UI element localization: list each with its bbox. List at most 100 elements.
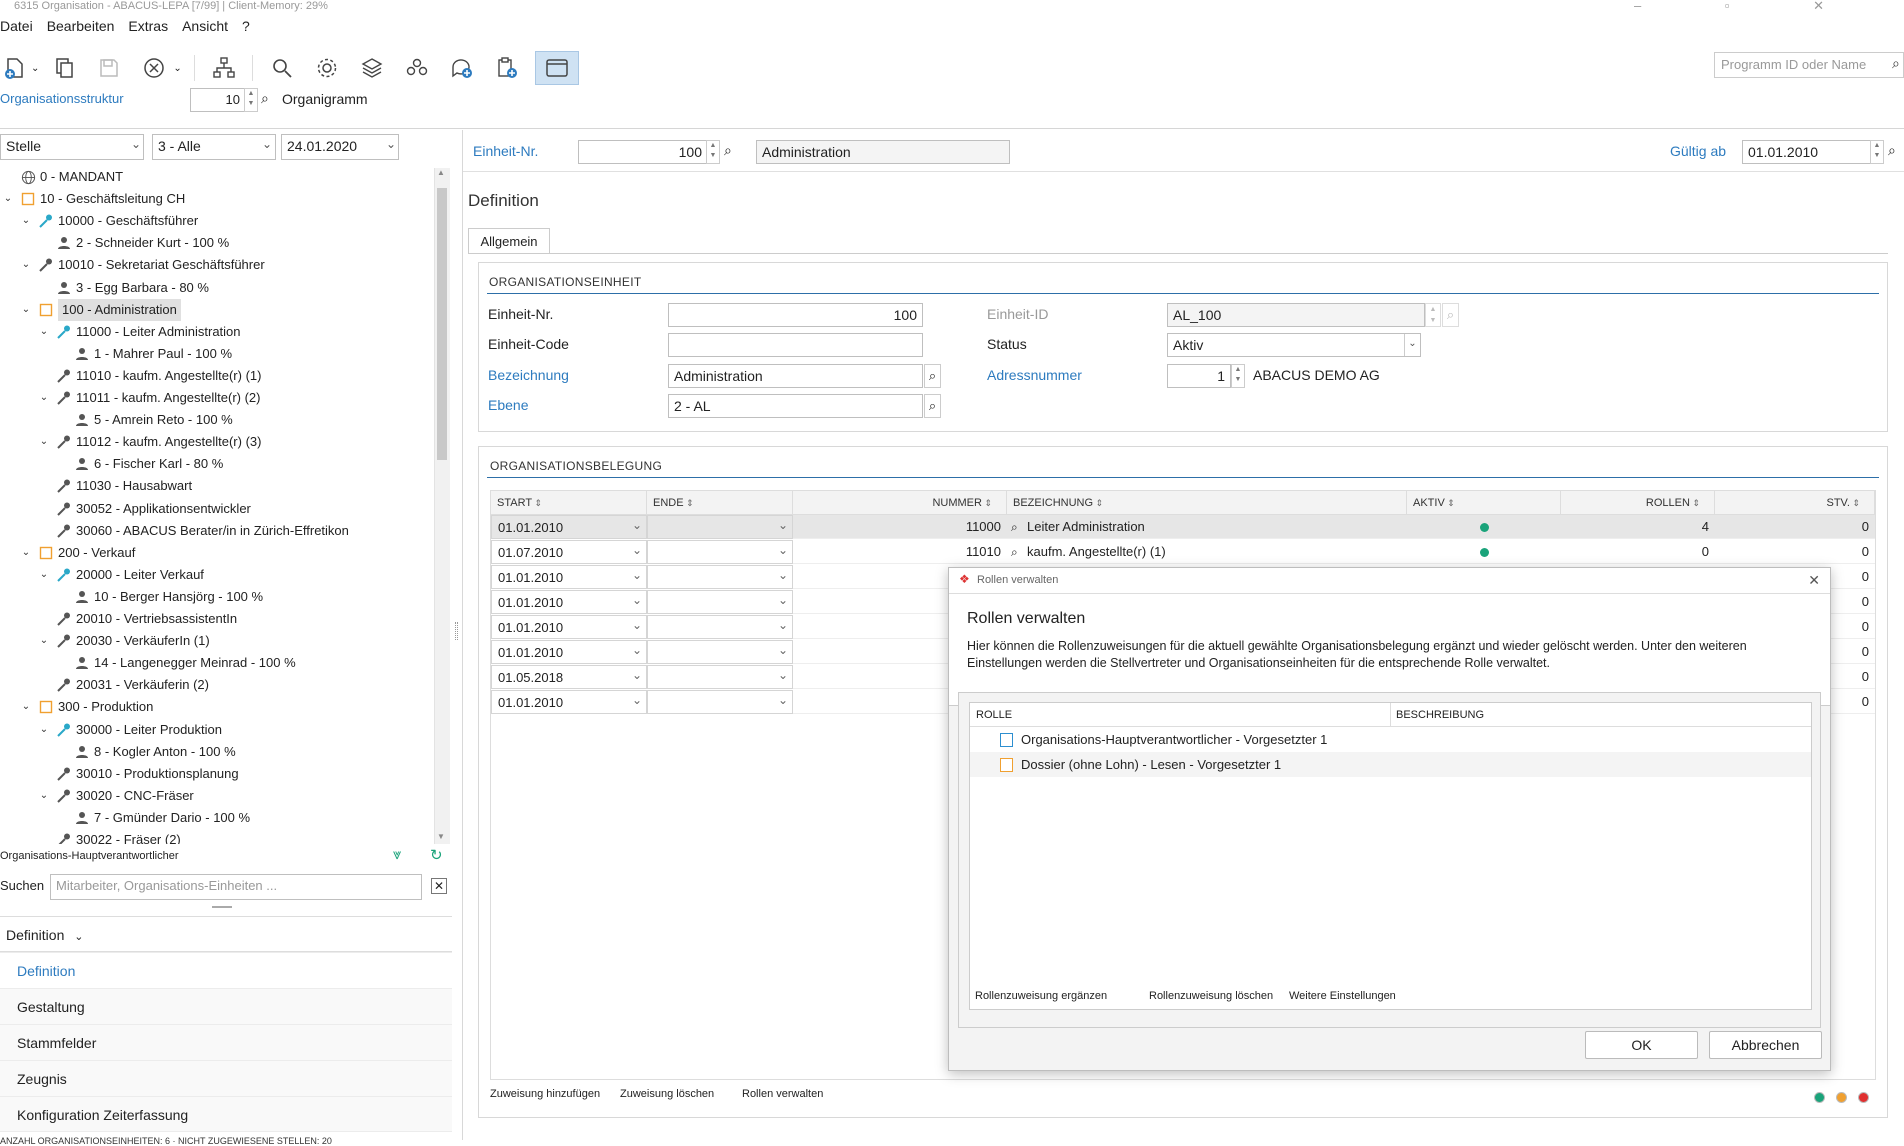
grid-cell-start[interactable]: 01.07.2010	[491, 540, 647, 564]
filter-date-field[interactable]: 24.01.2020	[281, 134, 399, 160]
search-icon[interactable]: ⌕	[1011, 540, 1018, 563]
grid-header-cell[interactable]: ROLLEN ⇕	[1561, 491, 1715, 515]
assignment-action-1[interactable]: Zuweisung löschen	[620, 1088, 714, 1100]
role-action-1[interactable]: Rollenzuweisung löschen	[1149, 990, 1273, 1002]
menu-help[interactable]: ?	[242, 16, 250, 38]
search-icon[interactable]	[265, 51, 299, 85]
grid-cell-end[interactable]	[647, 515, 793, 539]
tree-node[interactable]: ⌄ 30020 - CNC-Fräser	[36, 785, 194, 807]
tree-node[interactable]: 1 - Mahrer Paul - 100 %	[54, 343, 232, 365]
number-spinner[interactable]: ▲ ▼	[244, 88, 258, 112]
chevron-down-icon[interactable]: ⌄	[131, 137, 141, 151]
level-field[interactable]: 2 - AL	[668, 394, 923, 418]
valid-from-field[interactable]: 01.01.2010	[1742, 140, 1872, 164]
tree-node[interactable]: ⌄ 11012 - kaufm. Angestellte(r) (3)	[36, 431, 262, 453]
unit-nr-field[interactable]: 100	[578, 140, 708, 164]
nav-item-stammfelder[interactable]: Stammfelder	[0, 1024, 452, 1060]
people-icon[interactable]	[400, 51, 434, 85]
tree-node[interactable]: 30052 - Applikationsentwickler	[36, 498, 251, 520]
tree-node[interactable]: ⌄ 10000 - Geschäftsführer	[18, 210, 198, 232]
sort-icon[interactable]: ⇕	[1445, 498, 1455, 508]
splitter-grip[interactable]	[455, 622, 458, 640]
tree-node[interactable]: 11030 - Hausabwart	[36, 475, 192, 497]
sort-icon[interactable]: ⇕	[1690, 498, 1700, 508]
nr-field[interactable]: 100	[668, 303, 923, 327]
chevron-down-icon[interactable]: ⌄	[36, 431, 52, 453]
chevron-down-icon[interactable]: ⌄	[36, 630, 52, 652]
cancel-button[interactable]: Abbrechen	[1709, 1031, 1822, 1059]
chevron-down-icon[interactable]: ⌄	[36, 785, 52, 807]
grid-cell-end[interactable]	[647, 590, 793, 614]
save-icon[interactable]	[92, 51, 126, 85]
search-icon[interactable]: ⌕	[261, 90, 269, 107]
nav-header[interactable]: Definition ⌄	[0, 916, 452, 952]
tree-node[interactable]: 5 - Amrein Reto - 100 %	[54, 409, 233, 431]
grid-header-cell[interactable]: NUMMER ⇕	[793, 491, 1007, 515]
chevron-down-icon[interactable]: ⌄	[18, 210, 34, 232]
close-icon[interactable]: ✕	[1808, 572, 1820, 589]
search-icon[interactable]: ⌕	[924, 394, 941, 418]
level-label[interactable]: Ebene	[488, 397, 528, 413]
window-controls[interactable]: – ▫ ✕	[1634, 0, 1864, 14]
grid-cell-end[interactable]	[647, 640, 793, 664]
tree-node[interactable]: 20010 - VertriebsassistentIn	[36, 608, 237, 630]
tree-node[interactable]: ⌄ 11011 - kaufm. Angestellte(r) (2)	[36, 387, 261, 409]
gear-icon[interactable]	[310, 51, 344, 85]
filter-level-select[interactable]: 3 - Alle	[152, 134, 276, 160]
sort-icon[interactable]: ⇕	[1850, 498, 1860, 508]
hierarchy-icon[interactable]	[207, 51, 241, 85]
nav-item-zeiterfassung[interactable]: Konfiguration Zeiterfassung	[0, 1096, 452, 1132]
tree-node[interactable]: 3 - Egg Barbara - 80 %	[36, 277, 209, 299]
date-spinner[interactable]: ▲ ▼	[1870, 140, 1884, 164]
clear-search-icon[interactable]: ✕	[431, 878, 447, 894]
sort-icon[interactable]: ⇕	[684, 498, 694, 508]
tree-node[interactable]: 30022 - Fräser (2)	[36, 829, 181, 844]
tree-node[interactable]: 10 - Berger Hansjörg - 100 %	[54, 586, 263, 608]
new-icon[interactable]	[0, 51, 30, 85]
filter-icon[interactable]: ⩔	[393, 846, 401, 863]
nav-item-definition[interactable]: Definition	[0, 952, 452, 988]
name-label[interactable]: Bezeichnung	[488, 367, 569, 383]
chat-add-icon[interactable]	[445, 51, 479, 85]
code-field[interactable]	[668, 333, 923, 357]
tree-node[interactable]: 30060 - ABACUS Berater/in in Zürich-Effr…	[36, 520, 349, 542]
tree-node[interactable]: ⌄ 30000 - Leiter Produktion	[36, 719, 222, 741]
tree-node[interactable]: 0 - MANDANT	[0, 166, 123, 188]
tree-node[interactable]: 2 - Schneider Kurt - 100 %	[36, 232, 229, 254]
grid-header-cell[interactable]: START ⇕	[491, 491, 647, 515]
chevron-down-icon[interactable]: ⌄	[262, 137, 272, 151]
tree-node[interactable]: ⌄ 300 - Produktion	[18, 696, 154, 718]
grid-cell-start[interactable]: 01.01.2010	[491, 615, 647, 639]
tree-node[interactable]: 30010 - Produktionsplanung	[36, 763, 239, 785]
chevron-down-icon[interactable]: ⌄	[18, 299, 34, 321]
window-icon[interactable]	[534, 51, 579, 85]
tree-scrollbar-thumb[interactable]	[437, 188, 447, 460]
nav-item-zeugnis[interactable]: Zeugnis	[0, 1060, 452, 1096]
menu-bearbeiten[interactable]: Bearbeiten	[47, 16, 115, 38]
scroll-down-icon[interactable]: ▼	[437, 832, 445, 841]
chevron-down-icon[interactable]: ⌄	[36, 321, 52, 343]
grid-cell-end[interactable]	[647, 690, 793, 714]
tree-node[interactable]: ⌄ 100 - Administration	[18, 298, 181, 321]
tree-node[interactable]: ⌄ 10010 - Sekretariat Geschäftsführer	[18, 254, 265, 276]
address-nr-field[interactable]: 1	[1167, 364, 1231, 388]
chevron-down-icon[interactable]: ⌄	[36, 387, 52, 409]
grid-cell-start[interactable]: 01.01.2010	[491, 640, 647, 664]
search-icon[interactable]: ⌕	[1892, 55, 1900, 72]
unit-nr-label[interactable]: Einheit-Nr.	[473, 143, 538, 159]
sort-icon[interactable]: ⇕	[1093, 498, 1104, 508]
search-icon[interactable]: ⌕	[924, 364, 941, 388]
chevron-down-icon[interactable]: ⌄	[31, 63, 39, 74]
chevron-down-icon[interactable]: ⌄	[18, 542, 34, 564]
tree-node[interactable]: 14 - Langenegger Meinrad - 100 %	[54, 652, 296, 674]
tree-node[interactable]: 6 - Fischer Karl - 80 %	[54, 453, 223, 475]
ok-button[interactable]: OK	[1585, 1031, 1698, 1059]
tree-search-input[interactable]: Mitarbeiter, Organisations-Einheiten ...	[50, 874, 422, 900]
tree-node[interactable]: ⌄ 11000 - Leiter Administration	[36, 321, 241, 343]
tree-node[interactable]: ⌄ 20000 - Leiter Verkauf	[36, 564, 204, 586]
chevron-down-icon[interactable]: ⌄	[36, 564, 52, 586]
grid-header-cell[interactable]: BEZEICHNUNG ⇕	[1007, 491, 1407, 515]
cancel-icon[interactable]	[137, 51, 171, 85]
chevron-down-icon[interactable]: ⌄	[173, 63, 181, 74]
name-field[interactable]: Administration	[668, 364, 923, 388]
